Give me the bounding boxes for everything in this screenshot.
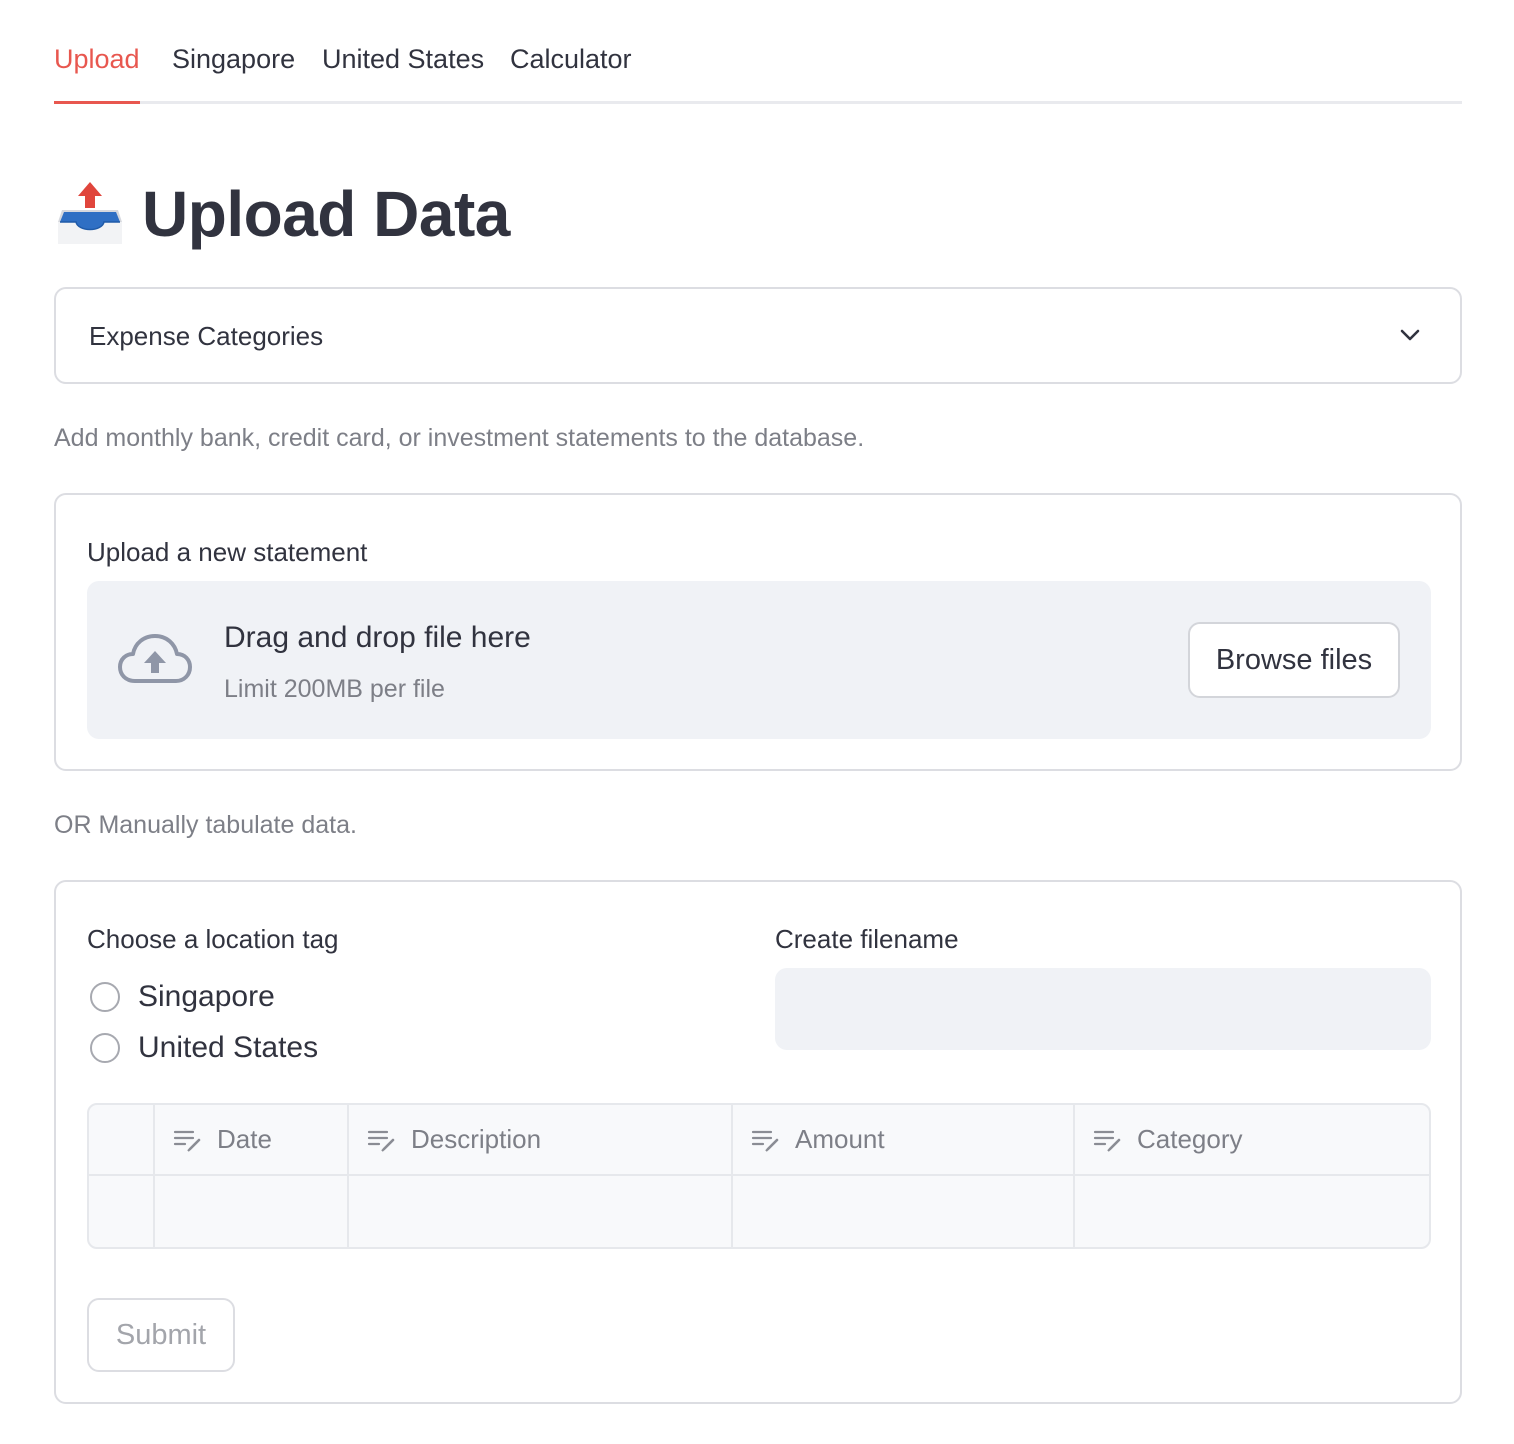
column-header-label: Amount: [795, 1124, 885, 1154]
outbox-tray-icon: [58, 182, 122, 244]
tab-upload[interactable]: Upload: [54, 44, 140, 75]
edit-column-icon: [1093, 1130, 1121, 1152]
tab-singapore[interactable]: Singapore: [172, 44, 295, 75]
column-header-description[interactable]: Description: [349, 1105, 733, 1174]
filename-input[interactable]: [775, 968, 1431, 1050]
expander-label: Expense Categories: [89, 321, 324, 351]
statement-uploader: Upload a new statement Drag and drop fil…: [54, 493, 1462, 771]
chevron-down-icon: [1400, 329, 1420, 341]
table-cell-description[interactable]: [349, 1176, 733, 1247]
edit-column-icon: [173, 1130, 201, 1152]
dropzone-limit: Limit 200MB per file: [224, 675, 445, 703]
page-title-text: Upload Data: [142, 178, 510, 250]
column-header-label: Category: [1137, 1124, 1243, 1154]
radio-label: United States: [138, 1031, 319, 1064]
radio-button[interactable]: [90, 982, 120, 1012]
row-index-cell[interactable]: [89, 1176, 155, 1247]
edit-column-icon: [367, 1130, 395, 1152]
manual-entry-form: Choose a location tag Singapore United S…: [54, 880, 1462, 1404]
file-dropzone[interactable]: Drag and drop file here Limit 200MB per …: [87, 581, 1431, 739]
intro-caption: Add monthly bank, credit card, or invest…: [54, 424, 865, 452]
radio-united-states[interactable]: United States: [90, 1030, 318, 1066]
edit-column-icon: [751, 1130, 779, 1152]
tab-bar: Upload Singapore United States Calculato…: [54, 30, 1462, 104]
filename-label: Create filename: [775, 924, 959, 954]
column-header-date[interactable]: Date: [155, 1105, 349, 1174]
table-row: [89, 1176, 1429, 1247]
column-header-label: Date: [217, 1124, 272, 1154]
dropzone-title: Drag and drop file here: [224, 621, 531, 654]
submit-button[interactable]: Submit: [87, 1298, 235, 1372]
tab-united-states[interactable]: United States: [322, 44, 484, 75]
tab-calculator[interactable]: Calculator: [510, 44, 632, 75]
column-header-category[interactable]: Category: [1075, 1105, 1429, 1174]
table-header-row: Date Description Amount Category: [89, 1105, 1429, 1176]
radio-button[interactable]: [90, 1033, 120, 1063]
location-tag-label: Choose a location tag: [87, 924, 339, 954]
browse-files-button[interactable]: Browse files: [1188, 622, 1400, 698]
table-cell-category[interactable]: [1075, 1176, 1429, 1247]
radio-singapore[interactable]: Singapore: [90, 979, 275, 1015]
data-editor-table[interactable]: Date Description Amount Category: [87, 1103, 1431, 1249]
column-header-label: Description: [411, 1124, 542, 1154]
expense-categories-expander[interactable]: Expense Categories: [54, 287, 1462, 384]
column-header-amount[interactable]: Amount: [733, 1105, 1075, 1174]
page-title: Upload Data: [54, 172, 510, 256]
cloud-upload-icon: [118, 634, 192, 683]
table-cell-date[interactable]: [155, 1176, 349, 1247]
table-cell-amount[interactable]: [733, 1176, 1075, 1247]
manual-caption: OR Manually tabulate data.: [54, 811, 357, 839]
page: Upload Singapore United States Calculato…: [0, 0, 1514, 1444]
uploader-label: Upload a new statement: [87, 537, 368, 567]
index-header-cell: [89, 1105, 155, 1174]
radio-label: Singapore: [138, 980, 275, 1013]
active-tab-indicator: [54, 101, 140, 104]
